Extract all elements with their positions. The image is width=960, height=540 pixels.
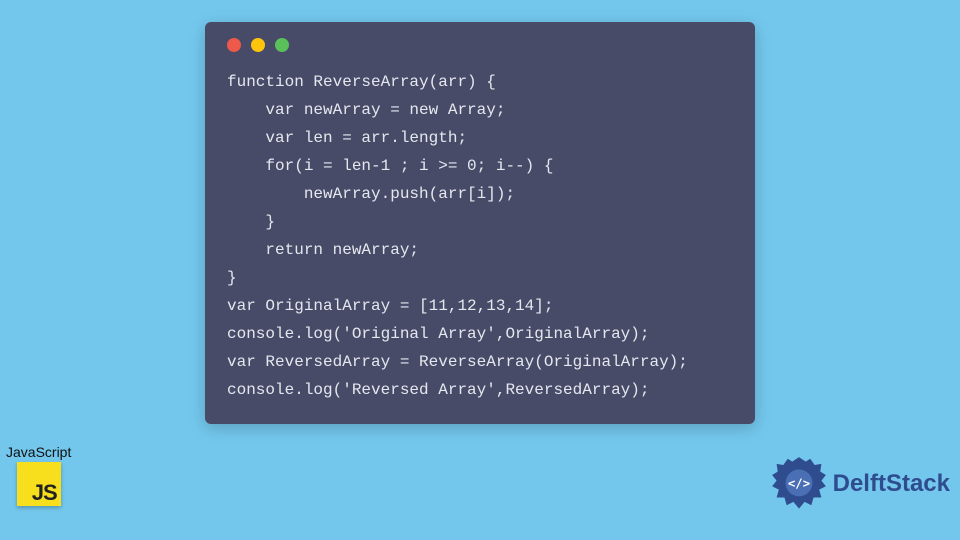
javascript-badge: JavaScript JS (6, 444, 71, 506)
close-icon (227, 38, 241, 52)
zoom-icon (275, 38, 289, 52)
code-block: function ReverseArray(arr) { var newArra… (227, 68, 733, 404)
code-line: } (227, 213, 275, 231)
delftstack-logo-icon: </> (771, 456, 827, 512)
code-line: for(i = len-1 ; i >= 0; i--) { (227, 157, 553, 175)
code-line: var ReversedArray = ReverseArray(Origina… (227, 353, 688, 371)
code-line: return newArray; (227, 241, 419, 259)
delftstack-brand: </> DelftStack (771, 456, 950, 512)
javascript-label: JavaScript (6, 444, 71, 460)
code-line: newArray.push(arr[i]); (227, 185, 515, 203)
minimize-icon (251, 38, 265, 52)
window-controls (227, 38, 733, 52)
code-window: function ReverseArray(arr) { var newArra… (205, 22, 755, 424)
code-line: console.log('Reversed Array',ReversedArr… (227, 381, 649, 399)
code-line: } (227, 269, 237, 287)
code-line: console.log('Original Array',OriginalArr… (227, 325, 649, 343)
code-line: var OriginalArray = [11,12,13,14]; (227, 297, 553, 315)
code-line: function ReverseArray(arr) { (227, 73, 496, 91)
code-line: var len = arr.length; (227, 129, 467, 147)
javascript-logo-text: JS (32, 480, 61, 506)
svg-text:</>: </> (788, 476, 810, 490)
delftstack-name: DelftStack (833, 470, 950, 498)
javascript-logo-icon: JS (17, 462, 61, 506)
code-line: var newArray = new Array; (227, 101, 505, 119)
